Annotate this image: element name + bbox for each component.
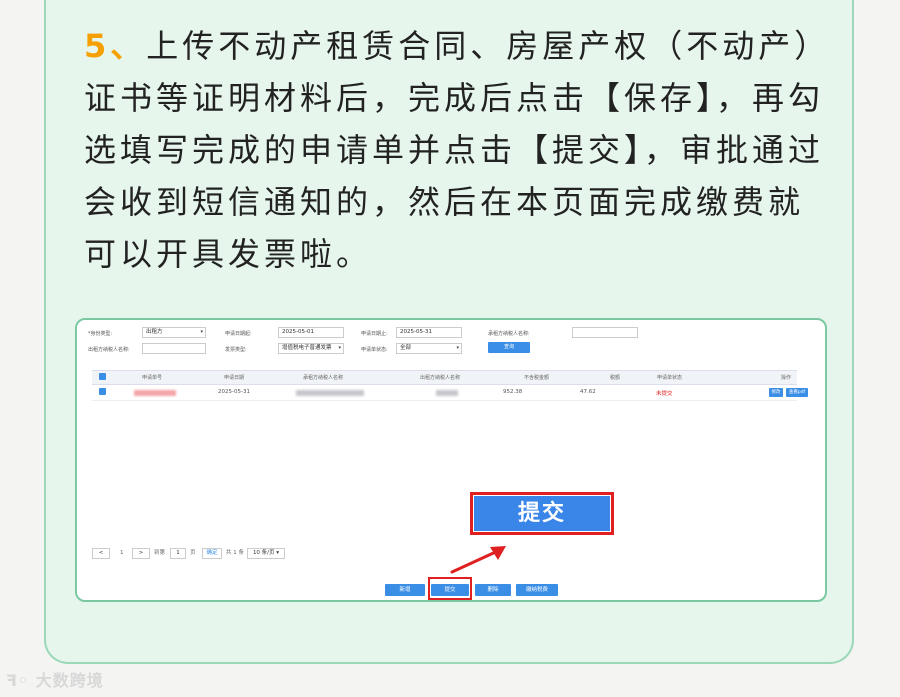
invoice-type-label: 发票类型: (225, 347, 247, 353)
status-label: 申请单状态: (361, 347, 388, 353)
row-amount: 952.38 (503, 389, 523, 395)
page-size-select[interactable]: 10 条/页 ▾ (247, 548, 285, 559)
redacted-application-no (134, 390, 176, 396)
goto-label: 到第 (154, 550, 166, 556)
redacted-lessee (296, 390, 364, 396)
query-button[interactable]: 查询 (488, 342, 530, 353)
current-page[interactable]: 1 (120, 548, 124, 559)
select-all-checkbox[interactable] (99, 373, 106, 380)
view-pdf-button[interactable]: 查看pdf (786, 388, 808, 397)
header-actions: 操作 (781, 375, 792, 381)
prev-page-button[interactable]: < (92, 548, 110, 559)
row-date: 2025-05-31 (218, 389, 250, 395)
end-date-input[interactable]: 2025-05-31 (396, 327, 462, 338)
delete-button[interactable]: 删除 (475, 584, 511, 596)
watermark-logo-icon: ꟻ◦ (6, 671, 30, 690)
step-number: 5、 (84, 27, 147, 65)
header-tax: 税额 (610, 375, 621, 381)
lessee-name-input[interactable] (572, 327, 638, 338)
end-date-label: 申请日期止: (361, 331, 388, 337)
header-status: 申请单状态 (657, 375, 683, 381)
watermark: ꟻ◦ 大数跨境 (6, 671, 104, 690)
invoice-type-select[interactable]: 增值税电子普通发票 ▾ (278, 343, 344, 354)
lessee-name-label: 承租方纳税人名称: (488, 331, 530, 337)
step-text: 上传不动产租赁合同、房屋产权（不动产）证书等证明材料后，完成后点击【保存】，再勾… (84, 27, 825, 273)
start-date-input[interactable]: 2025-05-01 (278, 327, 344, 338)
header-application-no: 申请单号 (142, 375, 163, 381)
header-lessee: 承租方纳税人名称 (303, 375, 344, 381)
total-count: 共 1 条 (226, 550, 244, 556)
goto-confirm-button[interactable]: 确定 (202, 548, 222, 559)
add-button[interactable]: 新增 (385, 584, 425, 596)
start-date-label: 申请日期起: (225, 331, 252, 337)
submit-callout: 提交 (470, 492, 614, 535)
submit-highlight-box (428, 577, 472, 600)
goto-page-input[interactable]: 1 (170, 548, 186, 559)
lessor-name-input[interactable] (142, 343, 206, 354)
instruction-text-block: 5、上传不动产租赁合同、房屋产权（不动产）证书等证明材料后，完成后点击【保存】，… (84, 20, 829, 280)
row-checkbox[interactable] (99, 388, 106, 395)
chevron-down-icon: ▾ (338, 345, 341, 351)
identity-type-select[interactable]: 出租方 ▾ (142, 327, 206, 338)
chevron-down-icon: ▾ (456, 345, 459, 351)
pay-tax-button[interactable]: 缴纳税费 (516, 584, 558, 596)
chevron-down-icon: ▾ (200, 329, 203, 335)
arrow-icon (450, 546, 506, 574)
page-unit-label: 页 (190, 550, 196, 556)
row-status: 未提交 (656, 391, 673, 397)
identity-type-label: *身份类型: (88, 331, 113, 337)
header-lessor: 出租方纳税人名称 (420, 375, 461, 381)
redacted-lessor (436, 390, 458, 396)
header-date: 申请日期 (224, 375, 245, 381)
status-select[interactable]: 全部 ▾ (396, 343, 462, 354)
next-page-button[interactable]: > (132, 548, 150, 559)
row-tax: 47.62 (580, 389, 596, 395)
lessor-name-label: 出租方纳税人名称: (88, 347, 130, 353)
edit-button[interactable]: 修改 (769, 388, 783, 397)
header-amount: 不含税金额 (524, 375, 550, 381)
